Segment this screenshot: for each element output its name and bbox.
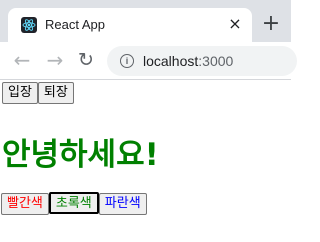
green-button[interactable]: 초록색	[48, 192, 99, 214]
blue-button[interactable]: 파란색	[98, 193, 147, 215]
address-bar[interactable]: i localhost:3000	[107, 46, 297, 76]
url-text: localhost:3000	[143, 53, 233, 69]
react-logo-icon	[21, 17, 37, 33]
browser-tab-strip: React App × +	[0, 0, 291, 42]
enter-button[interactable]: 입장	[2, 82, 38, 104]
tab-title: React App	[45, 17, 105, 32]
forward-icon[interactable]: →	[45, 50, 65, 70]
new-tab-icon[interactable]: +	[260, 13, 282, 36]
url-port: :3000	[198, 53, 234, 69]
url-host: localhost	[143, 53, 199, 69]
exit-button[interactable]: 퇴장	[37, 82, 74, 104]
browser-tab[interactable]: React App ×	[8, 8, 252, 42]
red-button[interactable]: 빨간색	[1, 193, 49, 215]
page-content: 입장 퇴장 안녕하세요! 빨간색 초록색 파란색	[0, 80, 291, 242]
greeting-heading: 안녕하세요!	[2, 137, 159, 173]
color-controls: 빨간색 초록색 파란색	[1, 192, 147, 215]
back-icon[interactable]: ←	[12, 50, 32, 70]
reload-icon[interactable]: ↻	[76, 50, 96, 70]
enter-exit-controls: 입장 퇴장	[2, 81, 74, 104]
site-info-icon[interactable]: i	[120, 54, 134, 68]
close-tab-icon[interactable]: ×	[226, 15, 244, 33]
browser-toolbar: ← → ↻ i localhost:3000	[0, 42, 297, 80]
